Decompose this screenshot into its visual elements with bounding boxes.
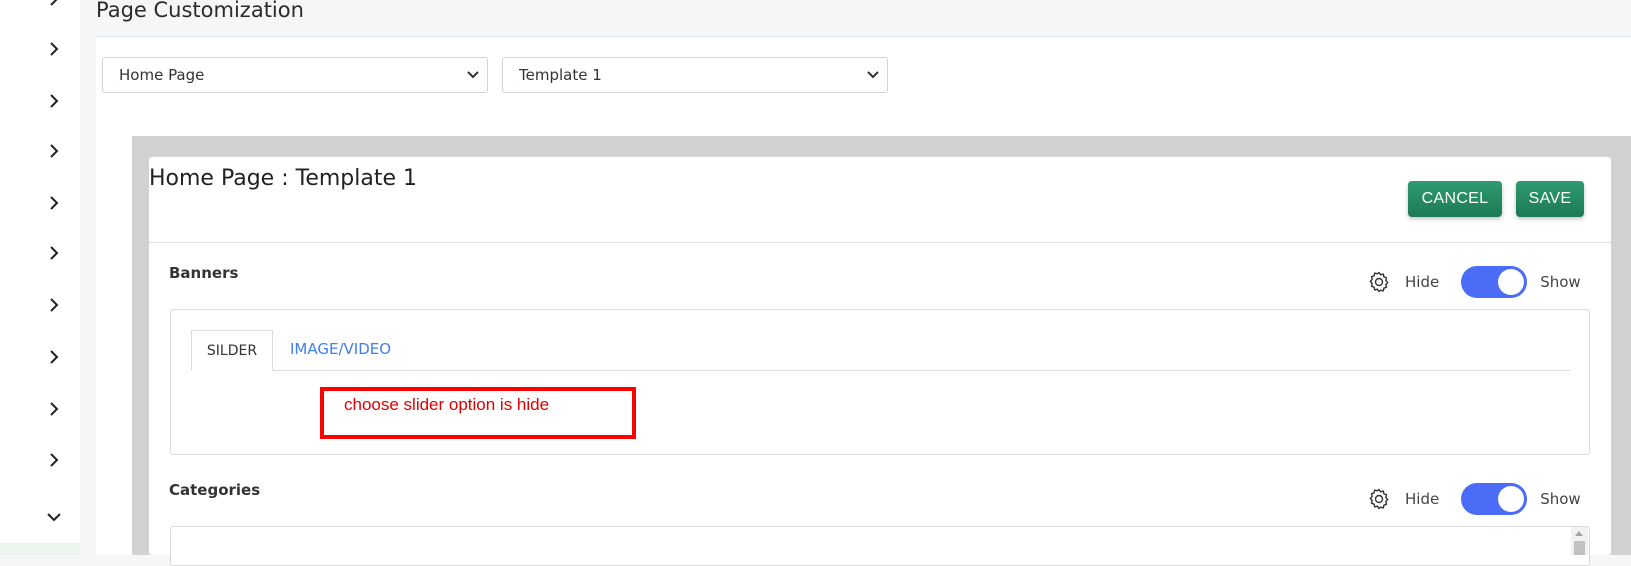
banners-toggle[interactable]	[1461, 266, 1528, 298]
sidebar-footer	[0, 543, 80, 555]
divider	[149, 242, 1611, 243]
chevron-right-icon[interactable]	[47, 144, 61, 158]
show-label: Show	[1540, 273, 1581, 291]
chevron-right-icon[interactable]	[47, 0, 61, 6]
chevron-right-icon[interactable]	[47, 453, 61, 467]
scroll-up-icon[interactable]	[1575, 531, 1583, 536]
chevron-right-icon[interactable]	[47, 350, 61, 364]
tab-slider[interactable]: SILDER	[191, 330, 273, 371]
chevron-right-icon[interactable]	[47, 94, 61, 108]
save-button[interactable]: SAVE	[1516, 181, 1584, 217]
filter-bar: Home Page Template 1	[96, 36, 1631, 116]
sidebar	[0, 0, 80, 555]
tab-divider	[191, 370, 1570, 371]
categories-label: Categories	[169, 481, 261, 499]
chevron-down-icon	[467, 71, 479, 79]
hide-label: Hide	[1405, 273, 1440, 291]
editor-title: Home Page : Template 1	[149, 166, 417, 191]
scrollbar[interactable]	[1571, 527, 1588, 555]
page-select-value: Home Page	[119, 66, 205, 84]
chevron-right-icon[interactable]	[47, 298, 61, 312]
tab-image-video[interactable]: IMAGE/VIDEO	[290, 340, 391, 358]
scrollbar-thumb[interactable]	[1574, 541, 1585, 555]
template-select-value: Template 1	[519, 66, 602, 84]
gear-icon[interactable]	[1367, 487, 1391, 511]
gear-icon[interactable]	[1367, 270, 1391, 294]
hide-label: Hide	[1405, 490, 1440, 508]
categories-toggle[interactable]	[1461, 483, 1528, 515]
page-select[interactable]: Home Page	[102, 57, 488, 93]
page-title: Page Customization	[96, 0, 304, 22]
gutter	[80, 0, 96, 555]
toggle-knob	[1498, 486, 1525, 512]
template-select[interactable]: Template 1	[502, 57, 888, 93]
banners-visibility: Hide Show	[1367, 265, 1581, 299]
chevron-right-icon[interactable]	[47, 246, 61, 260]
annotation-box: choose slider option is hide	[320, 387, 636, 439]
chevron-right-icon[interactable]	[47, 402, 61, 416]
banners-label: Banners	[169, 264, 239, 282]
annotation-text: choose slider option is hide	[344, 395, 550, 414]
show-label: Show	[1540, 490, 1581, 508]
cancel-button[interactable]: CANCEL	[1408, 181, 1502, 217]
chevron-down-icon	[867, 71, 879, 79]
chevron-right-icon[interactable]	[47, 196, 61, 210]
categories-visibility: Hide Show	[1367, 482, 1581, 516]
categories-panel	[170, 526, 1590, 566]
chevron-right-icon[interactable]	[47, 42, 61, 56]
toggle-knob	[1498, 269, 1525, 295]
chevron-down-icon[interactable]	[47, 510, 61, 524]
